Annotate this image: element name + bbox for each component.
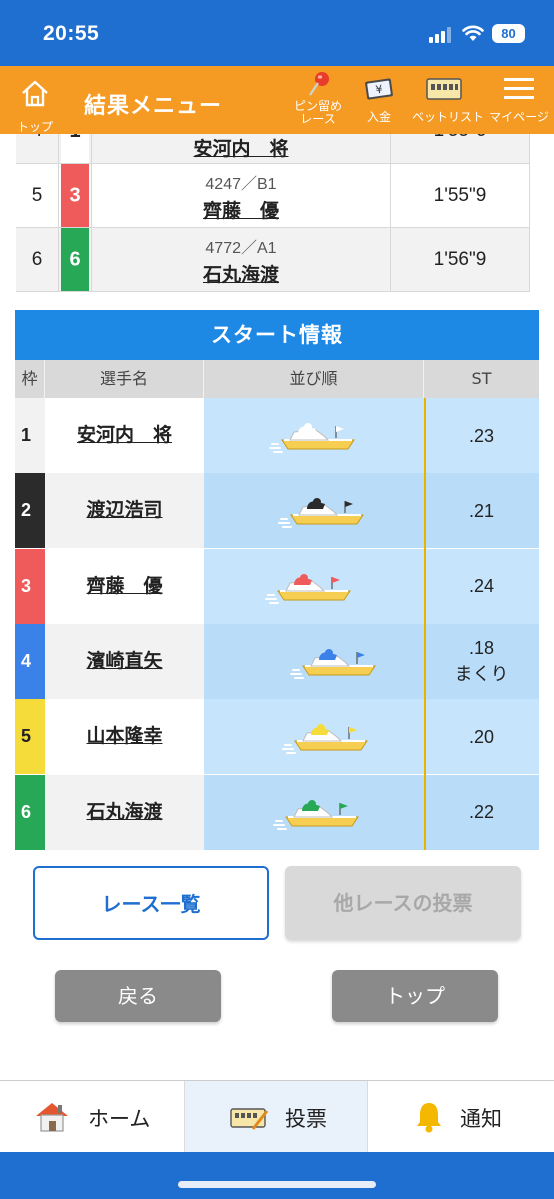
- start-lane: [204, 473, 424, 549]
- frame-number: 2: [15, 473, 45, 549]
- start-info-row: 3 齊藤 優 .24: [15, 548, 539, 624]
- home-icon: [36, 1103, 68, 1132]
- racer-name-link[interactable]: 石丸海渡: [45, 774, 204, 850]
- status-bar: 20:55 80: [0, 0, 554, 66]
- start-info-row: 2 渡辺浩司 .21: [15, 473, 539, 549]
- frame-number: 5: [15, 699, 45, 775]
- start-note: まくり: [454, 664, 509, 685]
- top-button[interactable]: トップ: [10, 74, 60, 134]
- bet-list-label: ベットリスト: [412, 110, 485, 124]
- deposit-icon: ¥: [365, 78, 393, 100]
- boat-icon: [281, 719, 377, 759]
- start-timing: .22: [468, 802, 495, 822]
- bet-ticket-icon: [426, 78, 462, 100]
- mypage-label: マイページ: [489, 110, 549, 124]
- rank-cell: 5: [31, 184, 43, 206]
- top-page-button[interactable]: トップ: [332, 970, 498, 1022]
- boat-icon: [268, 418, 364, 458]
- deposit-label: 入金: [366, 110, 391, 124]
- col-st: ST: [424, 360, 539, 398]
- nav-vote-label: 投票: [285, 1107, 327, 1131]
- rank-cell: 6: [31, 248, 43, 270]
- mypage-button[interactable]: マイページ: [488, 74, 550, 124]
- boat-number: 6: [69, 248, 81, 270]
- start-timing: .21: [468, 500, 495, 521]
- start-info-row: 4 濱崎直矢 .18 まくり: [15, 623, 539, 699]
- boat-icon: [264, 569, 360, 609]
- table-row: 4 1 安河内 将 1'55"6: [16, 134, 530, 164]
- racer-name-link[interactable]: 齊藤 優: [45, 548, 204, 624]
- boat-icon: [289, 644, 385, 684]
- racer-name-link[interactable]: 山本隆幸: [45, 699, 204, 775]
- col-frame: 枠: [15, 360, 45, 398]
- racer-name-link[interactable]: 渡辺浩司: [45, 473, 204, 549]
- cellular-signal-icon: [429, 27, 455, 43]
- racer-name-link[interactable]: 安河内 将: [45, 398, 204, 473]
- race-time: 1'55"9: [433, 184, 487, 206]
- clock: 20:55: [43, 22, 100, 45]
- start-info-header: スタート情報: [15, 310, 539, 360]
- start-timing: .24: [468, 576, 495, 597]
- race-time: 1'55"6: [391, 134, 529, 142]
- battery-indicator: 80: [492, 24, 525, 43]
- nav-notify[interactable]: 通知: [368, 1081, 554, 1153]
- boat-icon: [277, 493, 373, 533]
- nav-home-label: ホーム: [88, 1107, 151, 1131]
- racer-registration: 4772／A1: [205, 240, 277, 257]
- start-info-row: 1 安河内 将 .23: [15, 398, 539, 473]
- vote-ticket-icon: [230, 1108, 269, 1130]
- race-results-table: 4 1 安河内 将 1'55"6 5 3 4247／B1 齊藤 優 1'55"9 6 6 47…: [16, 134, 530, 292]
- boat-icon: [272, 795, 368, 835]
- start-lane: [204, 699, 424, 775]
- bell-icon: [417, 1103, 441, 1133]
- frame-number: 6: [15, 774, 45, 850]
- race-list-button[interactable]: レース一覧: [33, 866, 269, 940]
- home-indicator-area: [0, 1152, 554, 1199]
- racer-registration: 4247／B1: [205, 176, 277, 193]
- start-timing: .20: [468, 726, 495, 747]
- pin-label-2: レース: [300, 112, 336, 126]
- bet-list-button[interactable]: ベットリスト: [412, 74, 485, 124]
- start-lane: [204, 548, 424, 624]
- start-lane: [204, 623, 424, 699]
- nav-home[interactable]: ホーム: [0, 1081, 184, 1153]
- nav-vote[interactable]: 投票: [184, 1081, 368, 1153]
- hamburger-menu-icon: [504, 78, 534, 99]
- pin-icon: [309, 72, 329, 96]
- table-row: 6 6 4772／A1 石丸海渡 1'56"9: [16, 228, 530, 292]
- start-lane: [204, 774, 424, 850]
- bottom-navigation: ホーム 投票 通知: [0, 1080, 554, 1153]
- start-info-row: 5 山本隆幸 .20: [15, 699, 539, 775]
- race-time: 1'56"9: [433, 248, 487, 270]
- top-label: トップ: [16, 120, 53, 134]
- racer-name-link[interactable]: 石丸海渡: [92, 260, 390, 287]
- start-info-row: 6 石丸海渡 .22: [15, 774, 539, 850]
- frame-number: 4: [15, 623, 45, 699]
- frame-number: 1: [15, 398, 45, 473]
- table-row: 5 3 4247／B1 齊藤 優 1'55"9: [16, 164, 530, 228]
- start-lane: [204, 398, 424, 473]
- col-racer-name: 選手名: [45, 360, 204, 398]
- nav-notify-label: 通知: [460, 1107, 502, 1131]
- racer-name-link[interactable]: 齊藤 優: [92, 196, 390, 223]
- racer-name-link[interactable]: 安河内 将: [92, 134, 390, 161]
- start-timing: .18: [468, 638, 495, 659]
- pin-race-button[interactable]: ピン留め レース: [288, 72, 348, 126]
- boat-number: 3: [69, 184, 81, 206]
- home-indicator: [178, 1181, 376, 1188]
- rank-cell: 4: [16, 134, 58, 142]
- deposit-button[interactable]: ¥ 入金: [356, 74, 402, 124]
- page-title: 結果メニュー: [84, 94, 223, 119]
- racer-name-link[interactable]: 濱崎直矢: [45, 623, 204, 699]
- app-header: トップ 結果メニュー ピン留め レース ¥ 入金 ベットリスト マイページ: [0, 66, 554, 134]
- start-timing: .23: [468, 425, 495, 446]
- house-icon: [22, 80, 48, 107]
- back-button[interactable]: 戻る: [55, 970, 221, 1022]
- wifi-icon: [462, 25, 484, 41]
- col-order: 並び順: [204, 360, 424, 398]
- frame-number: 3: [15, 548, 45, 624]
- other-race-vote-button[interactable]: 他レースの投票: [285, 866, 521, 940]
- boat-number: 1: [61, 134, 89, 143]
- start-line: [424, 398, 426, 850]
